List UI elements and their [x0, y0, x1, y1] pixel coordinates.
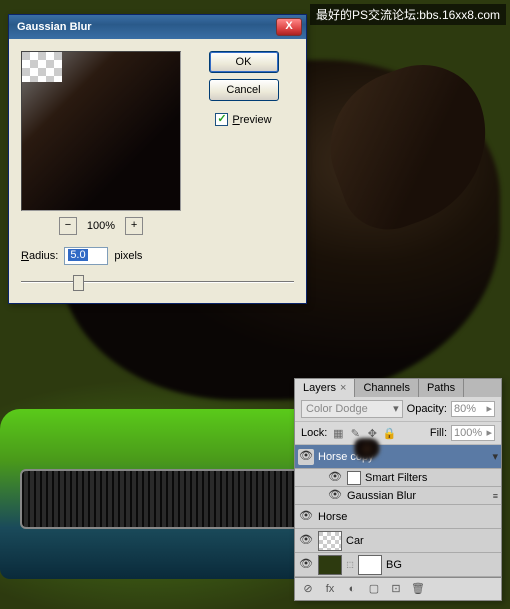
fill-field[interactable]: 100%: [451, 425, 495, 441]
layer-fx-icon[interactable]: fx: [319, 580, 341, 598]
filter-settings-icon[interactable]: ≡: [493, 491, 498, 501]
radius-slider[interactable]: [21, 273, 294, 291]
opacity-label: Opacity:: [407, 403, 447, 415]
layer-row[interactable]: 👁 Horse copy ▾: [295, 445, 501, 469]
slider-thumb[interactable]: [73, 275, 84, 291]
delete-layer-icon[interactable]: 🗑: [407, 580, 429, 598]
layer-row[interactable]: 👁 Horse: [295, 505, 501, 529]
cancel-button[interactable]: Cancel: [209, 79, 279, 101]
visibility-icon[interactable]: 👁: [327, 470, 343, 486]
lock-label: Lock:: [301, 427, 327, 439]
zoom-out-button[interactable]: −: [59, 217, 77, 235]
visibility-icon[interactable]: 👁: [327, 488, 343, 504]
car-shape: [0, 409, 330, 579]
lock-paint-icon[interactable]: ✎: [348, 426, 362, 440]
layers-list: 👁 Horse copy ▾ 👁 Smart Filters 👁 Gaussia…: [295, 445, 501, 577]
car-grill: [20, 469, 300, 529]
layer-name: Horse: [318, 511, 347, 523]
mask-thumbnail[interactable]: [358, 555, 382, 575]
layer-row[interactable]: 👁 ⬚ BG: [295, 553, 501, 577]
new-layer-icon[interactable]: ⊡: [385, 580, 407, 598]
layer-name: BG: [386, 559, 402, 571]
close-button[interactable]: X: [276, 18, 302, 36]
close-icon[interactable]: ×: [340, 382, 346, 394]
preview-label: Preview: [232, 114, 271, 126]
tab-layers[interactable]: Layers×: [295, 379, 355, 397]
gaussian-blur-dialog: Gaussian Blur X − 100% + OK Cancel Previ…: [8, 14, 307, 304]
dialog-titlebar[interactable]: Gaussian Blur X: [9, 15, 306, 39]
opacity-field[interactable]: 80%: [451, 401, 495, 417]
slider-track-line: [21, 281, 294, 283]
link-icon: ⬚: [346, 560, 354, 569]
layer-thumbnail[interactable]: [318, 555, 342, 575]
preview-checkbox[interactable]: [215, 113, 228, 126]
adjustment-layer-icon[interactable]: ▢: [363, 580, 385, 598]
visibility-icon[interactable]: 👁: [298, 557, 314, 573]
dialog-title: Gaussian Blur: [13, 21, 276, 33]
layer-row[interactable]: 👁 Car: [295, 529, 501, 553]
palette-footer: ⊘ fx ◐ ▢ ⊡ 🗑: [295, 577, 501, 600]
link-layers-icon[interactable]: ⊘: [297, 580, 319, 598]
radius-unit: pixels: [114, 250, 142, 262]
lock-position-icon[interactable]: ✥: [365, 426, 379, 440]
layer-row[interactable]: 👁 Smart Filters: [295, 469, 501, 487]
layer-row[interactable]: 👁 Gaussian Blur ≡: [295, 487, 501, 505]
transparency-checker: [22, 52, 62, 82]
zoom-in-button[interactable]: +: [125, 217, 143, 235]
layer-mask-icon[interactable]: ◐: [341, 580, 363, 598]
fill-label: Fill:: [430, 427, 447, 439]
visibility-icon[interactable]: 👁: [298, 533, 314, 549]
lock-all-icon[interactable]: 🔒: [382, 426, 396, 440]
layer-name: Gaussian Blur: [347, 490, 416, 502]
visibility-icon[interactable]: 👁: [298, 449, 314, 465]
ok-button[interactable]: OK: [209, 51, 279, 73]
radius-input[interactable]: 5.0: [64, 247, 108, 265]
zoom-percent: 100%: [87, 220, 115, 232]
layer-name: Smart Filters: [365, 472, 427, 484]
lock-transparency-icon[interactable]: ▦: [331, 426, 345, 440]
palette-tabs: Layers× Channels Paths: [295, 379, 501, 397]
visibility-icon[interactable]: 👁: [298, 509, 314, 525]
radius-label: Radius:: [21, 250, 58, 262]
layer-thumbnail[interactable]: [318, 531, 342, 551]
filter-preview[interactable]: [21, 51, 181, 211]
tab-channels[interactable]: Channels: [355, 379, 418, 397]
blend-mode-dropdown[interactable]: Color Dodge: [301, 400, 403, 418]
watermark-text: 最好的PS交流论坛:bbs.16xx8.com: [310, 4, 506, 25]
tab-paths[interactable]: Paths: [419, 379, 464, 397]
layer-name: Car: [346, 535, 364, 547]
filter-mask-thumbnail[interactable]: [347, 471, 361, 485]
layers-palette: Layers× Channels Paths Color Dodge Opaci…: [294, 378, 502, 601]
smart-object-icon: ▾: [492, 450, 498, 463]
